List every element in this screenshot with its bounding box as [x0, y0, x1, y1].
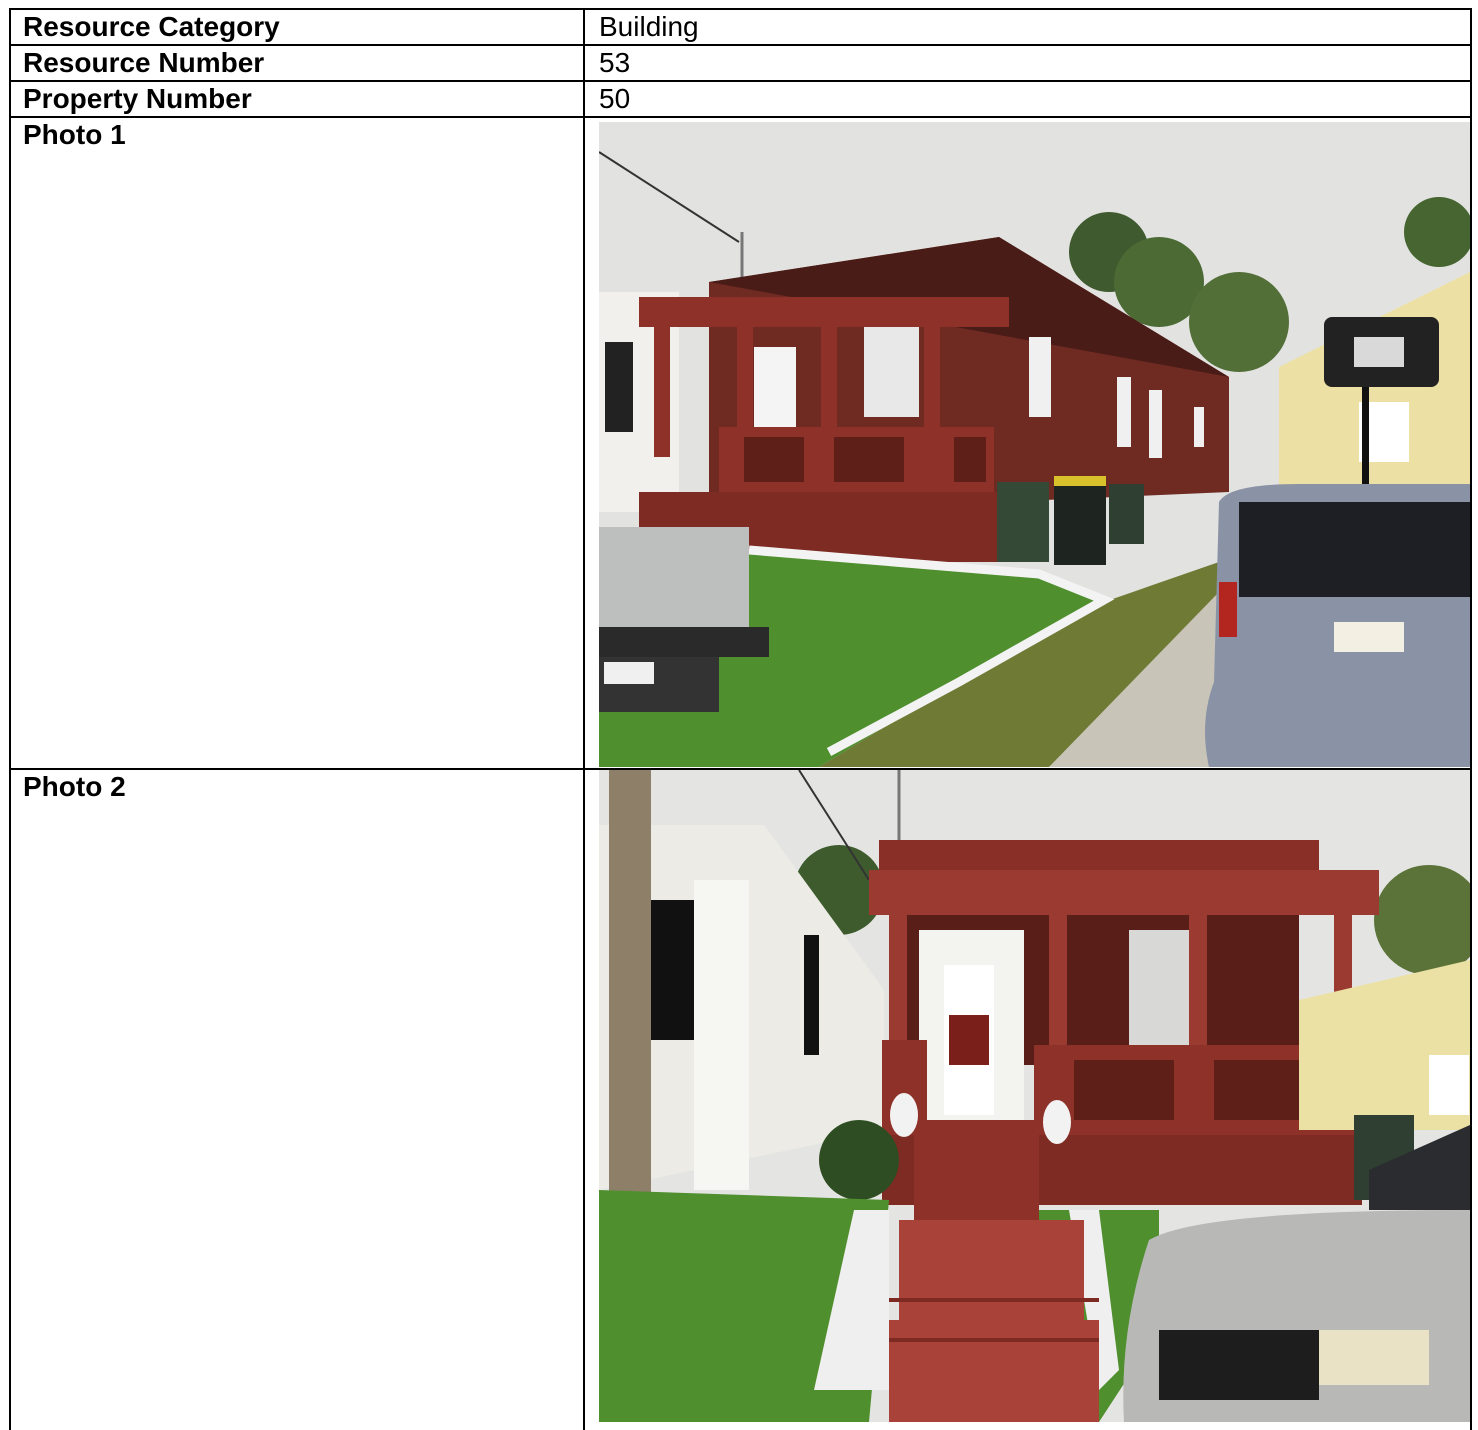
photo-2-label: Photo 2 — [9, 768, 585, 1430]
resource-number-label: Resource Number — [9, 44, 585, 82]
property-number-value: 50 — [583, 80, 1472, 118]
resource-sheet: Resource Category Building Resource Numb… — [9, 8, 1472, 1430]
table-row: Property Number 50 — [9, 80, 1472, 118]
photo-2-cell — [583, 768, 1472, 1430]
resource-category-value: Building — [583, 8, 1472, 46]
resource-number-value: 53 — [583, 44, 1472, 82]
table-row: Resource Category Building — [9, 8, 1472, 46]
house-side-view-photo — [599, 122, 1470, 767]
table-row: Photo 1 — [9, 116, 1472, 770]
table-row: Resource Number 53 — [9, 44, 1472, 82]
resource-category-label: Resource Category — [9, 8, 585, 46]
photo-1-cell — [583, 116, 1472, 770]
resource-table: Resource Category Building Resource Numb… — [9, 8, 1472, 1430]
property-number-label: Property Number — [9, 80, 585, 118]
house-front-view-photo — [599, 770, 1470, 1422]
table-row: Photo 2 — [9, 768, 1472, 1430]
photo-1-label: Photo 1 — [9, 116, 585, 770]
